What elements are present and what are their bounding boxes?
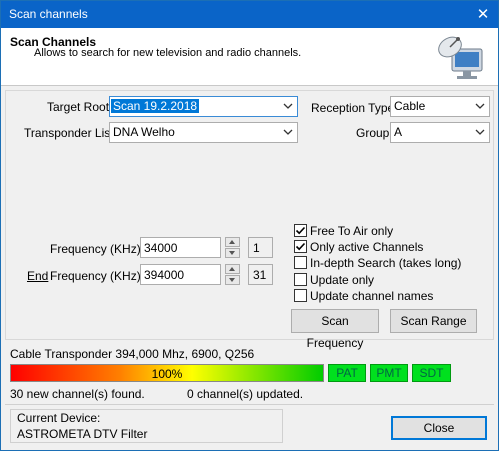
dialog-header: Scan Channels Allows to search for new t…: [1, 28, 498, 86]
checkbox[interactable]: [294, 240, 307, 253]
end-frequency-value: 394000: [144, 268, 185, 282]
target-root-combo[interactable]: Scan 19.2.2018: [109, 96, 298, 117]
option-label: Only active Channels: [310, 240, 424, 254]
checkbox[interactable]: [294, 273, 307, 286]
scan-channels-window: Scan channels ✕ Scan Channels Allows to …: [0, 0, 499, 451]
frequency-index-box: 1: [248, 237, 273, 258]
transponder-list-value: DNA Welho: [113, 125, 175, 139]
end-frequency-index-box: 31: [248, 264, 273, 285]
option-label: In-depth Search (takes long): [310, 256, 462, 270]
divider: [5, 404, 494, 405]
group-value: A: [394, 125, 403, 139]
spin-up-icon[interactable]: [225, 264, 240, 274]
sdt-indicator: SDT: [412, 364, 451, 382]
progress-percent: 100%: [151, 367, 183, 381]
scan-frequency-button[interactable]: Scan Frequency: [291, 309, 379, 350]
end-frequency-label: Frequency (KHz): [50, 269, 141, 283]
checkbox[interactable]: [294, 256, 307, 269]
channels-updated-text: 0 channel(s) updated.: [187, 387, 304, 401]
frequency-label: Frequency (KHz): [50, 242, 141, 256]
window-title: Scan channels: [9, 7, 88, 21]
transponder-list-combo[interactable]: DNA Welho: [109, 122, 298, 143]
transponder-list-label: Transponder List: [24, 126, 114, 140]
current-device-box: Current Device: ASTROMETA DTV Filter: [10, 409, 283, 443]
reception-type-combo[interactable]: Cable: [390, 96, 490, 117]
title-bar[interactable]: Scan channels ✕: [1, 1, 498, 28]
target-root-label: Target Root: [47, 100, 110, 114]
current-device-name: ASTROMETA DTV Filter: [17, 427, 148, 441]
end-label: End: [27, 269, 48, 283]
close-icon[interactable]: ✕: [468, 1, 498, 28]
spin-up-icon[interactable]: [225, 237, 240, 247]
spin-down-icon[interactable]: [225, 248, 240, 258]
transponder-status: Cable Transponder 394,000 Mhz, 6900, Q25…: [10, 347, 255, 361]
frequency-value: 34000: [144, 241, 178, 255]
reception-type-value: Cable: [394, 99, 426, 113]
checkbox[interactable]: [294, 289, 307, 302]
end-frequency-index: 31: [253, 268, 267, 282]
close-button[interactable]: Close: [391, 416, 487, 440]
chevron-down-icon: [475, 129, 485, 135]
chevron-down-icon: [475, 103, 485, 109]
current-device-caption: Current Device:: [17, 411, 101, 425]
satellite-computer-icon: [438, 36, 483, 79]
scan-progress-bar: 100%: [10, 364, 324, 382]
option-label: Free To Air only: [310, 224, 394, 238]
frequency-input[interactable]: 34000: [140, 237, 221, 258]
checkbox[interactable]: [294, 224, 307, 237]
chevron-down-icon: [283, 129, 293, 135]
group-combo[interactable]: A: [390, 122, 490, 143]
scan-range-button[interactable]: Scan Range: [390, 309, 477, 333]
pmt-indicator: PMT: [370, 364, 408, 382]
reception-type-label: Reception Type: [311, 101, 395, 115]
frequency-index: 1: [253, 241, 260, 255]
pat-indicator: PAT: [328, 364, 366, 382]
channels-found-text: 30 new channel(s) found.: [10, 387, 145, 401]
option-label: Update only: [310, 273, 375, 287]
end-label-text: End: [27, 269, 49, 283]
spin-down-icon[interactable]: [225, 275, 240, 285]
option-label: Update channel names: [310, 289, 434, 303]
frequency-spinner[interactable]: [225, 237, 240, 258]
target-root-value: Scan 19.2.2018: [111, 99, 200, 113]
header-subtitle: Allows to search for new television and …: [34, 47, 302, 59]
end-frequency-input[interactable]: 394000: [140, 264, 221, 285]
group-label: Group: [356, 126, 390, 140]
chevron-down-icon: [283, 103, 293, 109]
end-frequency-spinner[interactable]: [225, 264, 240, 285]
